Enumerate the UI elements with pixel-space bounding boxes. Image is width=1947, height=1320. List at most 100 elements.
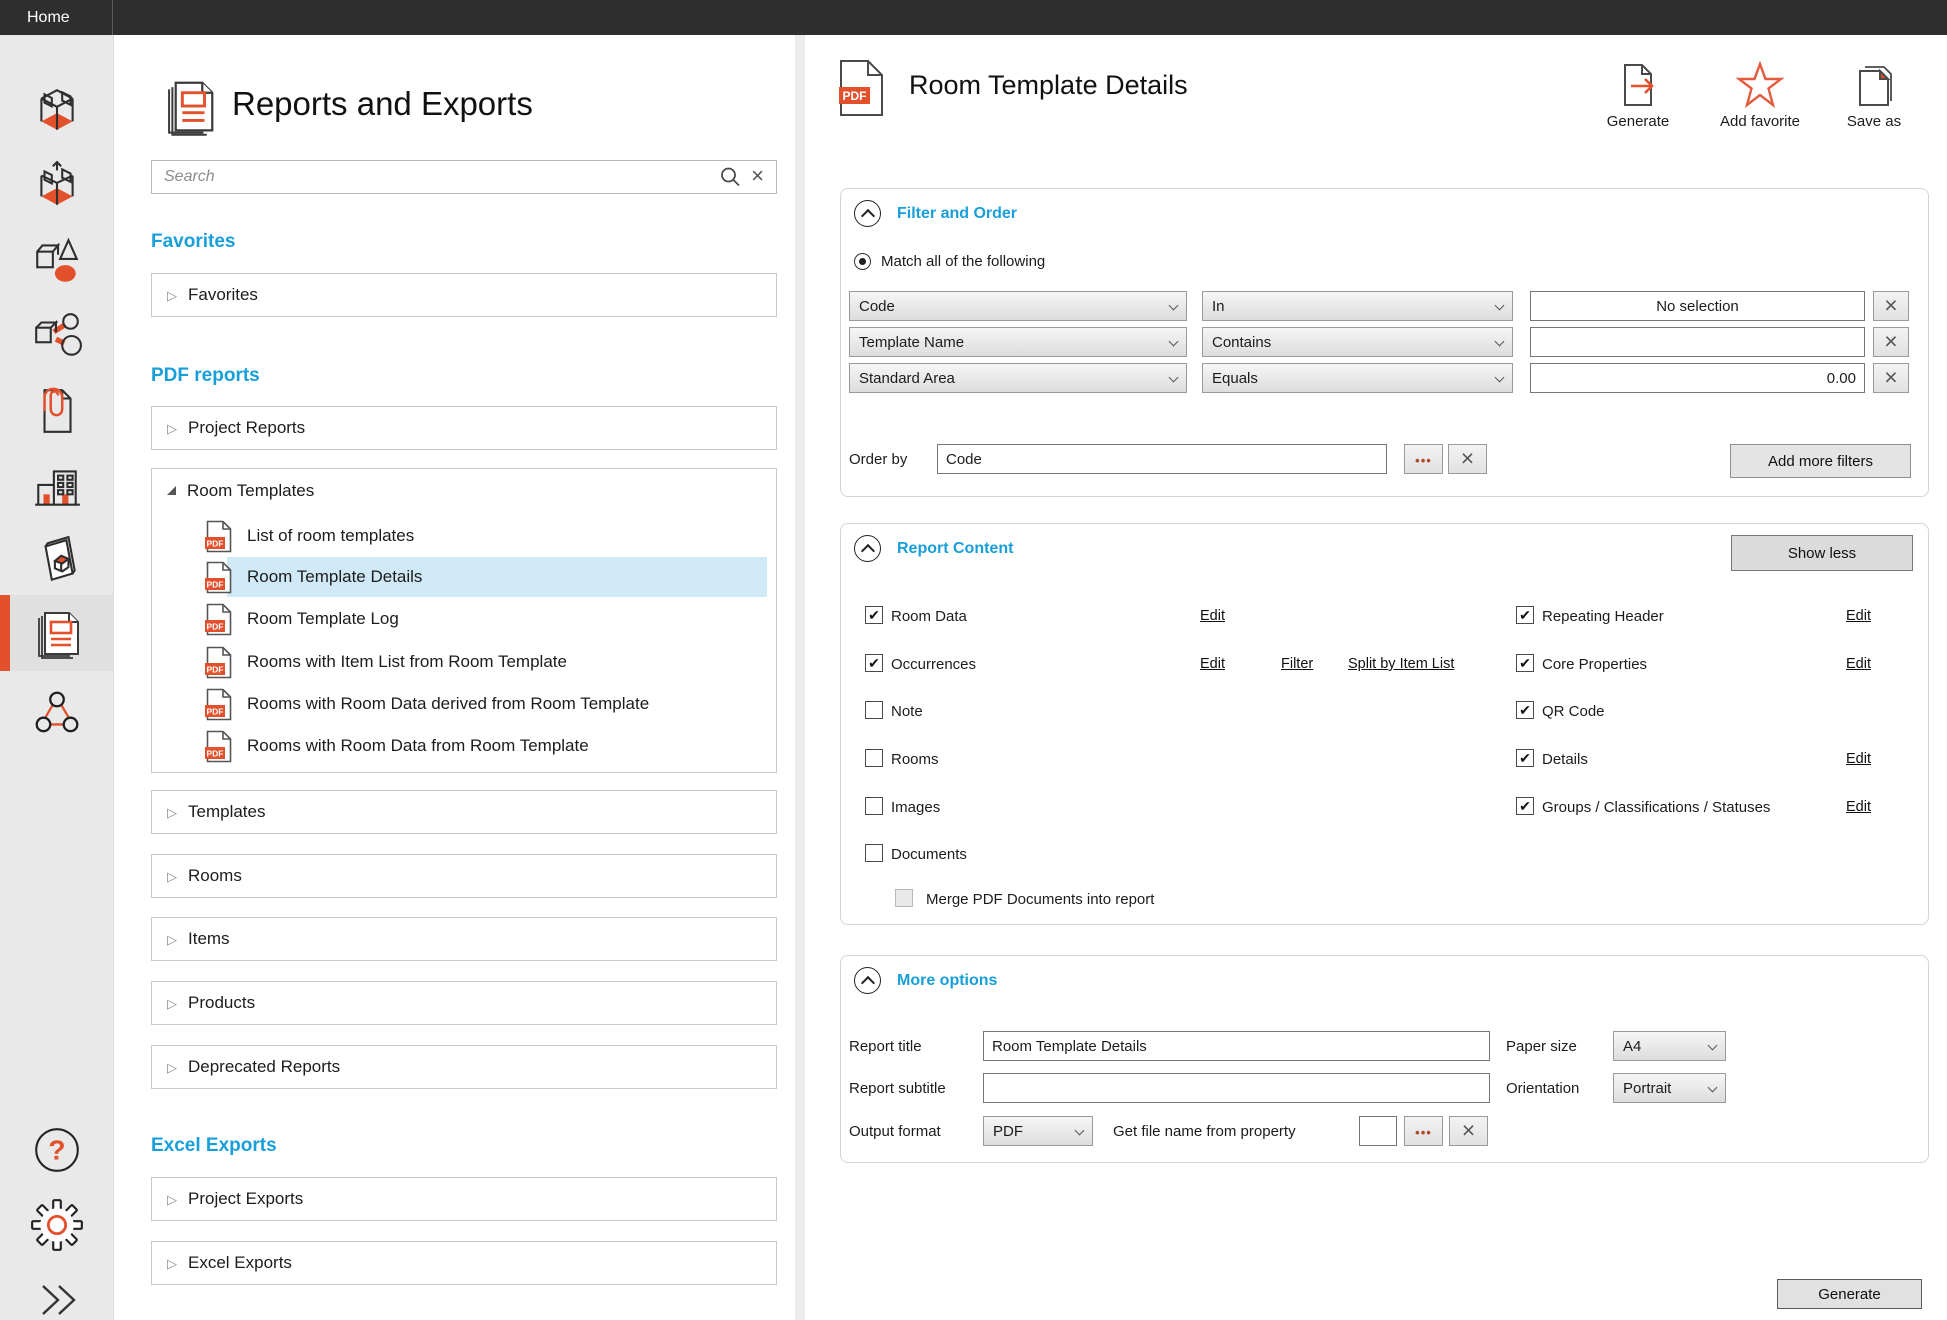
tree-group-templates[interactable]: ▷ Templates <box>151 790 777 834</box>
checkbox-unchecked[interactable] <box>865 797 883 815</box>
file-name-property-input[interactable] <box>1359 1116 1397 1146</box>
tree-group-products[interactable]: ▷ Products <box>151 981 777 1025</box>
tree-group-project-reports[interactable]: ▷ Project Reports <box>151 406 777 450</box>
svg-text:PDF: PDF <box>207 749 224 759</box>
clear-order-by-button[interactable]: × <box>1448 444 1487 474</box>
checkbox-unchecked[interactable] <box>865 749 883 767</box>
checkbox-checked[interactable]: ✔ <box>865 606 883 624</box>
chevron-down-icon <box>1708 1041 1718 1051</box>
filter-value-input[interactable] <box>1530 327 1865 357</box>
chevron-right-icon: ▷ <box>167 289 177 302</box>
report-title-input[interactable] <box>983 1031 1490 1061</box>
edit-link[interactable]: Edit <box>1846 747 1871 771</box>
edit-link[interactable]: Edit <box>1200 652 1225 676</box>
show-less-button[interactable]: Show less <box>1731 535 1913 571</box>
sidebar-item-items[interactable] <box>0 298 114 373</box>
checkbox-unchecked[interactable] <box>865 844 883 862</box>
checkbox-checked[interactable]: ✔ <box>1516 654 1534 672</box>
add-favorite-action-button[interactable]: Add favorite <box>1700 61 1820 130</box>
tree-item[interactable]: PDF List of room templates <box>152 516 776 556</box>
collapse-section-icon[interactable] <box>854 967 881 994</box>
group-label: Favorites <box>188 285 258 305</box>
chevron-right-icon: ▷ <box>167 1257 177 1270</box>
tab-home[interactable]: Home <box>0 0 113 35</box>
filter-link[interactable]: Filter <box>1281 652 1313 676</box>
tree-group-items[interactable]: ▷ Items <box>151 917 777 961</box>
filter-field-dropdown[interactable]: Standard Area <box>849 363 1187 393</box>
sidebar-item-building[interactable] <box>0 448 114 523</box>
split-by-item-list-link[interactable]: Split by Item List <box>1348 652 1454 676</box>
sidebar-item-systems[interactable] <box>0 675 114 750</box>
checkbox-checked[interactable]: ✔ <box>865 654 883 672</box>
attachment-icon <box>31 385 83 437</box>
checkbox-checked[interactable]: ✔ <box>1516 749 1534 767</box>
collapse-section-icon[interactable] <box>854 535 881 562</box>
sidebar-item-help[interactable]: ? <box>0 1112 114 1187</box>
filter-operator-dropdown[interactable]: In <box>1202 291 1513 321</box>
tree-item[interactable]: PDF Room Template Log <box>152 599 776 639</box>
checkbox-checked[interactable]: ✔ <box>1516 701 1534 719</box>
chevron-down-icon <box>1495 373 1505 383</box>
checkbox-checked[interactable]: ✔ <box>1516 797 1534 815</box>
edit-link[interactable]: Edit <box>1200 604 1225 628</box>
generate-button[interactable]: Generate <box>1777 1279 1922 1309</box>
paper-size-dropdown[interactable]: A4 <box>1613 1031 1726 1061</box>
filter-value-input[interactable] <box>1530 363 1865 393</box>
chevron-right-icon: ▷ <box>167 933 177 946</box>
room-templates-toggle[interactable]: Room Templates <box>152 469 776 513</box>
group-label: Products <box>188 993 255 1013</box>
checkbox-checked[interactable]: ✔ <box>1516 606 1534 624</box>
edit-link[interactable]: Edit <box>1846 604 1871 628</box>
sidebar-item-products[interactable] <box>0 223 114 298</box>
sidebar-item-catalog[interactable] <box>0 523 114 598</box>
tree-item-selected[interactable]: PDF Room Template Details <box>152 557 776 597</box>
clear-search-icon[interactable]: × <box>745 163 776 191</box>
tree-group-favorites[interactable]: ▷ Favorites <box>151 273 777 317</box>
sidebar: ? <box>0 35 114 1320</box>
search-input[interactable] <box>152 168 713 186</box>
edit-link[interactable]: Edit <box>1846 795 1871 819</box>
tree-item[interactable]: PDF Rooms with Room Data from Room Templ… <box>152 726 776 766</box>
report-subtitle-input[interactable] <box>983 1073 1490 1103</box>
tree-group-project-exports[interactable]: ▷ Project Exports <box>151 1177 777 1221</box>
order-by-input[interactable] <box>937 444 1387 474</box>
sidebar-item-settings[interactable] <box>0 1187 114 1262</box>
favorites-header: Favorites <box>151 231 235 253</box>
sidebar-item-expand[interactable] <box>0 1262 114 1320</box>
remove-filter-button[interactable]: × <box>1873 363 1909 393</box>
sidebar-item-attachments[interactable] <box>0 373 114 448</box>
filter-operator-dropdown[interactable]: Contains <box>1202 327 1513 357</box>
excel-exports-header: Excel Exports <box>151 1135 277 1157</box>
sidebar-item-room-function[interactable] <box>0 148 114 223</box>
save-as-action-button[interactable]: Save as <box>1814 61 1934 130</box>
filter-field-dropdown[interactable]: Code <box>849 291 1187 321</box>
orientation-dropdown[interactable]: Portrait <box>1613 1073 1726 1103</box>
filter-operator-dropdown[interactable]: Equals <box>1202 363 1513 393</box>
clear-property-button[interactable]: × <box>1449 1116 1488 1146</box>
chevron-right-icon: ▷ <box>167 806 177 819</box>
items-icon <box>31 310 83 362</box>
search-icon[interactable] <box>713 166 745 188</box>
radio-selected[interactable] <box>854 253 871 270</box>
edit-link[interactable]: Edit <box>1846 652 1871 676</box>
property-browse-button[interactable]: ••• <box>1404 1116 1443 1146</box>
remove-filter-button[interactable]: × <box>1873 327 1909 357</box>
tree-item[interactable]: PDF Rooms with Item List from Room Templ… <box>152 642 776 682</box>
tree-group-deprecated-reports[interactable]: ▷ Deprecated Reports <box>151 1045 777 1089</box>
pdf-file-icon: PDF <box>205 730 232 763</box>
tree-group-rooms[interactable]: ▷ Rooms <box>151 854 777 898</box>
tree-group-excel-exports[interactable]: ▷ Excel Exports <box>151 1241 777 1285</box>
tree-item[interactable]: PDF Rooms with Room Data derived from Ro… <box>152 684 776 724</box>
filter-value-picker[interactable]: No selection <box>1530 291 1865 321</box>
sidebar-item-reports[interactable] <box>0 595 114 671</box>
remove-filter-button[interactable]: × <box>1873 291 1909 321</box>
sidebar-item-rooms[interactable] <box>0 73 114 148</box>
checkbox-unchecked[interactable] <box>865 701 883 719</box>
collapse-section-icon[interactable] <box>854 200 881 227</box>
filter-field-dropdown[interactable]: Template Name <box>849 327 1187 357</box>
order-by-browse-button[interactable]: ••• <box>1404 444 1443 474</box>
add-more-filters-button[interactable]: Add more filters <box>1730 444 1911 478</box>
output-format-dropdown[interactable]: PDF <box>983 1116 1093 1146</box>
panel-divider <box>795 35 805 1320</box>
generate-action-button[interactable]: Generate <box>1578 61 1698 130</box>
